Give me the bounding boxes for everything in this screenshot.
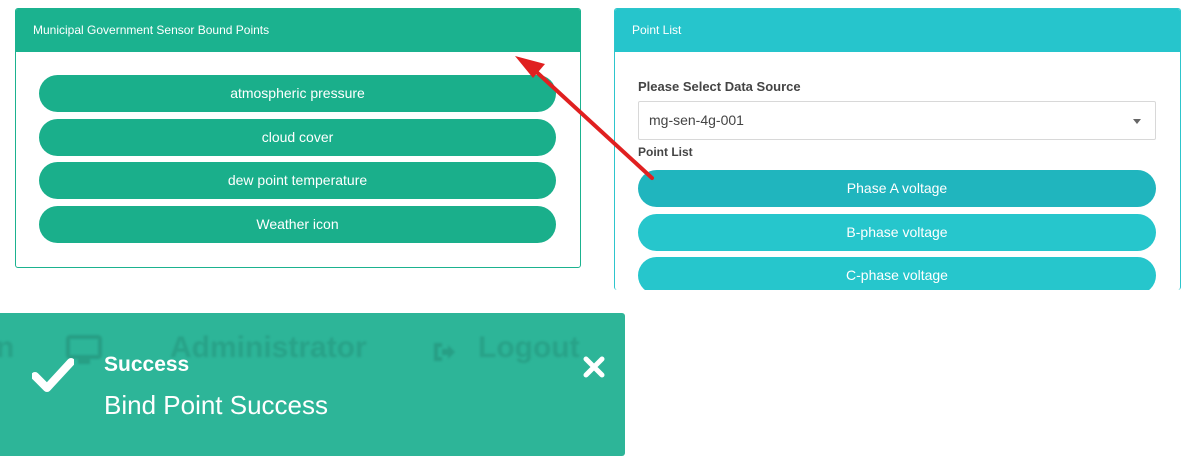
bound-points-title: Municipal Government Sensor Bound Points — [16, 9, 580, 52]
point-list-panel: Point List Please Select Data Source mg-… — [614, 8, 1181, 290]
toast-message: Bind Point Success — [104, 390, 329, 420]
data-source-value: mg-sen-4g-001 — [649, 112, 744, 128]
point-c-phase-voltage[interactable]: C-phase voltage — [638, 257, 1156, 290]
ghost-header-fragment: n — [0, 331, 15, 364]
data-source-select[interactable]: mg-sen-4g-001 — [638, 101, 1156, 140]
ghost-administrator: Administrator — [170, 331, 367, 364]
bound-point-cloud-cover[interactable]: cloud cover — [39, 119, 556, 156]
check-icon — [32, 358, 74, 392]
bound-point-atmospheric-pressure[interactable]: atmospheric pressure — [39, 75, 556, 112]
point-phase-a-voltage[interactable]: Phase A voltage — [638, 170, 1156, 207]
bound-point-dew-point-temperature[interactable]: dew point temperature — [39, 162, 556, 199]
toast-title: Success — [104, 353, 190, 376]
data-source-label: Please Select Data Source — [638, 79, 801, 94]
point-list-title: Point List — [615, 9, 1180, 52]
bound-point-weather-icon[interactable]: Weather icon — [39, 206, 556, 243]
success-toast: n Administrator Logout Success Bind Poin… — [0, 313, 625, 456]
caret-down-icon — [1133, 119, 1141, 124]
logout-icon — [434, 343, 455, 361]
bound-points-panel: Municipal Government Sensor Bound Points… — [15, 8, 581, 268]
close-icon[interactable] — [582, 355, 606, 379]
point-list-label: Point List — [638, 145, 693, 159]
point-b-phase-voltage[interactable]: B-phase voltage — [638, 214, 1156, 251]
ghost-logout: Logout — [478, 331, 580, 364]
